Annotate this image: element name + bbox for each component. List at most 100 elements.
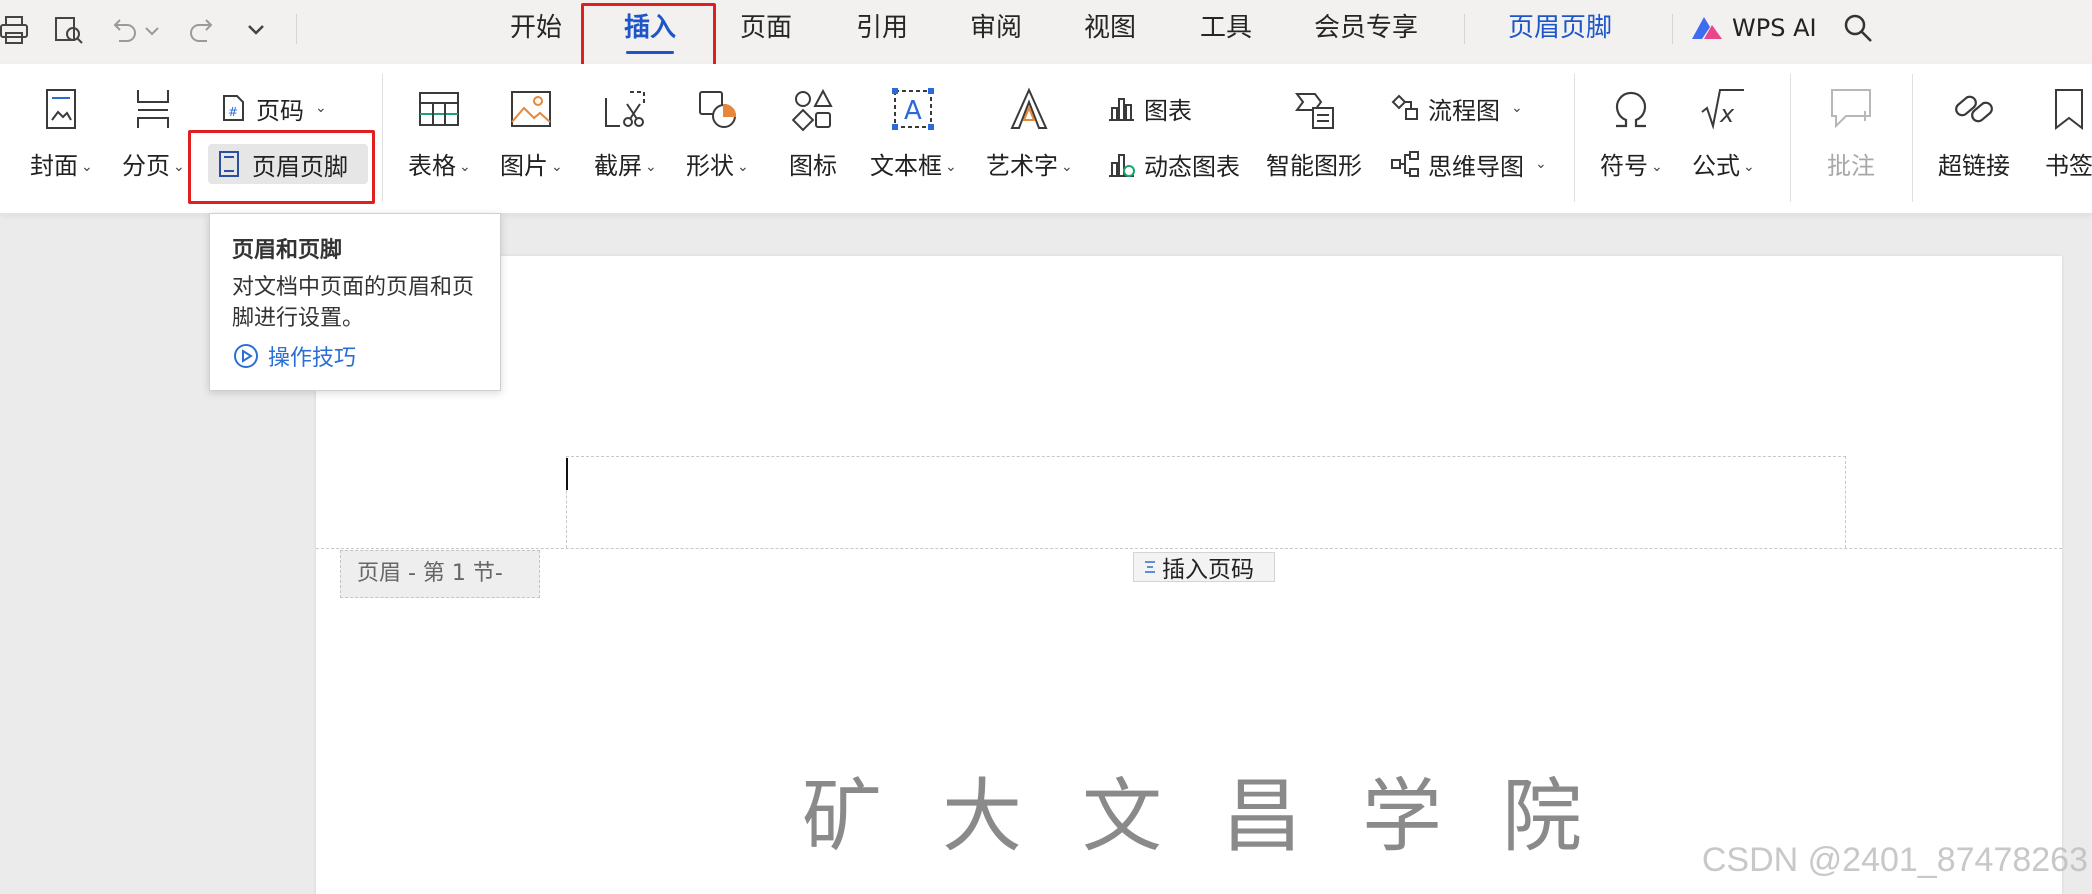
insert-page-number-label: 插入页码 — [1162, 557, 1254, 583]
icons-icon — [788, 84, 838, 134]
icon-label: 图标 — [789, 152, 837, 180]
header-footer-label: 页眉页脚 — [252, 152, 348, 181]
insert-page-number-button[interactable]: 插入页码 — [1133, 552, 1275, 583]
bookmark-icon — [2044, 84, 2092, 134]
picture-icon — [506, 84, 556, 134]
icon-button[interactable]: 图标 — [788, 84, 838, 181]
flowchart-button[interactable]: 流程图 ⌄ — [1384, 88, 1529, 128]
menu-bar: 开始 插入 页面 引用 审阅 视图 工具 会员专享 页眉页脚 WPS AI — [0, 0, 2092, 64]
chart-button[interactable]: 图表 — [1100, 88, 1198, 128]
chevron-down-icon: ⌄ — [645, 159, 657, 175]
page-break-icon — [128, 84, 178, 134]
textbox-icon: A — [888, 84, 938, 134]
undo-dropdown-icon[interactable] — [140, 10, 164, 50]
smart-graphic-button[interactable]: 智能图形 — [1266, 84, 1362, 181]
tab-tools[interactable]: 工具 — [1200, 8, 1252, 48]
header-footer-tooltip: 页眉和页脚 对文档中页面的页眉和页脚进行设置。 操作技巧 — [209, 213, 501, 391]
ribbon-separator — [1912, 74, 1913, 202]
ribbon-toolbar: 封面 ⌄ 分页 ⌄ # 页码 ⌄ 页眉页脚 表格 ⌄ 图片 ⌄ 截屏 ⌄ 形状 ⌄ 图标 A — [0, 64, 2092, 214]
dynamic-chart-button[interactable]: 动态图表 — [1100, 144, 1246, 184]
dynamic-chart-label: 动态图表 — [1144, 152, 1240, 181]
redo-icon[interactable] — [182, 10, 222, 50]
page-number-label: 页码 — [256, 96, 304, 125]
tab-home[interactable]: 开始 — [510, 8, 562, 48]
chevron-down-icon: ⌄ — [945, 159, 957, 175]
mindmap-button[interactable]: 思维导图 ⌄ — [1384, 144, 1553, 184]
header-section-tag: 页眉 - 第 1 节- — [340, 550, 540, 598]
document-title: 矿大文昌学院 — [802, 770, 1642, 863]
formula-label: 公式 — [1692, 152, 1740, 180]
comment-button[interactable]: 批注 — [1826, 84, 1876, 181]
chart-icon — [1109, 98, 1134, 121]
search-icon[interactable] — [1838, 8, 1878, 48]
wordart-icon — [1004, 84, 1054, 134]
formula-button[interactable]: x 公式 ⌄ — [1692, 84, 1755, 181]
mindmap-icon — [1391, 151, 1419, 177]
wps-ai-button[interactable]: WPS AI — [1690, 8, 1817, 48]
page-break-button[interactable]: 分页 ⌄ — [122, 84, 185, 181]
wordart-label: 艺术字 — [986, 152, 1058, 180]
chevron-down-icon: ⌄ — [173, 159, 185, 175]
shape-button[interactable]: 形状 ⌄ — [686, 84, 749, 181]
hyperlink-label: 超链接 — [1938, 152, 2010, 180]
tab-insert[interactable]: 插入 — [624, 8, 676, 54]
tab-header-footer[interactable]: 页眉页脚 — [1508, 8, 1612, 48]
screenshot-label: 截屏 — [594, 152, 642, 180]
csdn-watermark: CSDN @2401_87478263 — [1701, 841, 2088, 879]
table-button[interactable]: 表格 ⌄ — [408, 84, 471, 181]
svg-text:#: # — [228, 105, 238, 119]
dynamic-chart-icon — [1109, 154, 1135, 177]
tab-page[interactable]: 页面 — [740, 8, 792, 48]
picture-button[interactable]: 图片 ⌄ — [500, 84, 563, 181]
header-footer-icon — [219, 151, 239, 177]
header-footer-button[interactable]: 页眉页脚 — [208, 144, 368, 184]
picture-label: 图片 — [500, 152, 548, 180]
formula-icon: x — [1698, 84, 1748, 134]
comment-icon — [1826, 84, 1876, 134]
undo-icon[interactable] — [104, 10, 144, 50]
ribbon-separator — [382, 74, 383, 202]
more-dropdown-icon[interactable] — [236, 10, 276, 50]
tooltip-link-label: 操作技巧 — [268, 346, 357, 371]
print-icon[interactable] — [0, 10, 34, 50]
textbox-button[interactable]: A 文本框 ⌄ — [870, 84, 957, 181]
symbol-label: 符号 — [1600, 152, 1648, 180]
chevron-down-icon: ⌄ — [315, 100, 327, 116]
header-edit-area[interactable] — [566, 456, 1846, 548]
tooltip-tips-link[interactable]: 操作技巧 — [232, 340, 478, 372]
scissors-icon — [600, 84, 650, 134]
text-cursor — [566, 458, 568, 490]
svg-text:A: A — [904, 96, 922, 126]
tab-separator — [1464, 14, 1465, 44]
textbox-label: 文本框 — [870, 152, 942, 180]
ribbon-separator — [1790, 74, 1791, 202]
symbol-button[interactable]: 符号 ⌄ — [1600, 84, 1663, 181]
shape-icon — [692, 84, 742, 134]
flowchart-label: 流程图 — [1428, 96, 1500, 125]
page-break-label: 分页 — [122, 152, 170, 180]
table-icon — [414, 84, 464, 134]
tooltip-title: 页眉和页脚 — [232, 238, 343, 263]
page-number-icon: # — [223, 95, 244, 121]
wordart-button[interactable]: 艺术字 ⌄ — [986, 84, 1073, 181]
omega-icon — [1606, 84, 1656, 134]
page-number-button[interactable]: # 页码 ⌄ — [212, 88, 333, 128]
tab-member[interactable]: 会员专享 — [1314, 8, 1418, 48]
tab-references[interactable]: 引用 — [856, 8, 908, 48]
chart-label: 图表 — [1144, 96, 1192, 125]
svg-text:x: x — [1719, 100, 1735, 128]
comment-label: 批注 — [1827, 152, 1875, 180]
chevron-down-icon: ⌄ — [1511, 100, 1523, 116]
shape-label: 形状 — [686, 152, 734, 180]
bookmark-button[interactable]: 书签 — [2044, 84, 2092, 181]
cover-button[interactable]: 封面 ⌄ — [30, 84, 93, 181]
hyperlink-button[interactable]: 超链接 — [1938, 84, 2010, 181]
screenshot-button[interactable]: 截屏 ⌄ — [594, 84, 657, 181]
print-preview-icon[interactable] — [48, 10, 88, 50]
tooltip-description: 对文档中页面的页眉和页脚进行设置。 — [232, 275, 475, 331]
chevron-down-icon: ⌄ — [551, 159, 563, 175]
table-label: 表格 — [408, 152, 456, 180]
wps-ai-label: WPS AI — [1732, 14, 1817, 42]
tab-review[interactable]: 审阅 — [970, 8, 1022, 48]
tab-view[interactable]: 视图 — [1084, 8, 1136, 48]
